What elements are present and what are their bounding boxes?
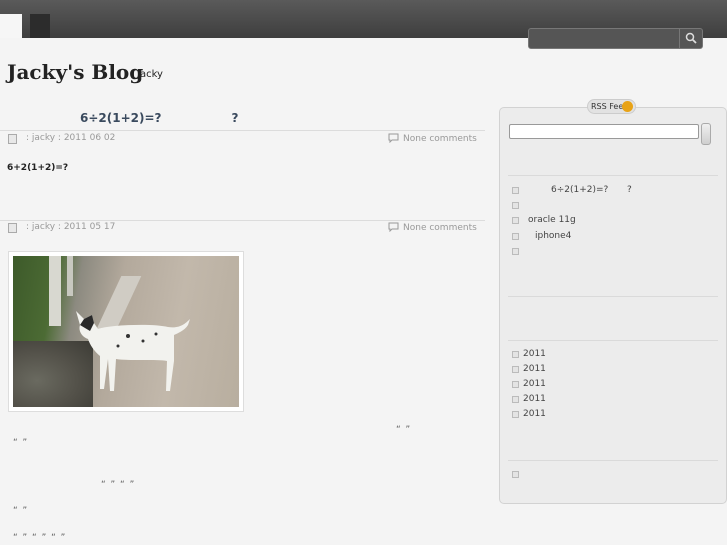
body-text: “ ” [396, 425, 412, 435]
comments-count[interactable]: None comments [403, 134, 477, 144]
post-title-text[interactable]: 6÷2(1+2)=? [80, 111, 162, 125]
dog-figure [76, 311, 190, 391]
post-title-suffix[interactable]: ? [232, 111, 239, 125]
sidebar-post-label[interactable]: oracle 11g [528, 215, 576, 225]
sidebar [499, 107, 727, 504]
bullet-icon [512, 396, 519, 403]
search-button[interactable] [679, 29, 702, 48]
body-text: “ ” [13, 506, 29, 516]
blog-title[interactable]: Jacky's Blog [7, 60, 143, 84]
divider [0, 130, 485, 131]
comments-count[interactable]: None comments [403, 223, 477, 233]
photo-pole [49, 256, 61, 326]
comment-icon [388, 222, 399, 233]
body-text: “ ” “ ” “ ” [13, 533, 67, 543]
nav-tab-home[interactable] [0, 14, 22, 38]
photo-pole [67, 256, 73, 296]
comments-link[interactable]: None comments [388, 222, 477, 233]
document-icon [8, 223, 17, 233]
post-meta: : jacky : 2011 06 02 None comments [8, 133, 483, 147]
post-image[interactable] [8, 251, 244, 412]
sidebar-post-label[interactable]: iphone4 [535, 231, 571, 241]
divider [508, 296, 718, 297]
post-meta: : jacky : 2011 05 17 None comments [8, 222, 483, 236]
body-text: “ ” “ ” [101, 480, 136, 490]
bullet-icon [512, 351, 519, 358]
divider [508, 460, 718, 461]
blog-subtitle: Jacky [137, 69, 163, 80]
divider [508, 340, 718, 341]
search-icon [685, 32, 697, 44]
body-text: “ ” [13, 438, 29, 448]
post-excerpt: 6+2(1+2)=? [7, 163, 69, 173]
post-author-date: : jacky : 2011 05 17 [26, 222, 116, 232]
rss-feed-button[interactable]: RSS Feed [587, 99, 636, 114]
rss-icon [622, 101, 633, 112]
post-title[interactable]: 6÷2(1+2)=?? [80, 111, 238, 125]
bullet-icon [512, 233, 519, 240]
archive-label[interactable]: 2011 [523, 349, 546, 359]
bullet-icon [512, 217, 519, 224]
bullet-icon [512, 248, 519, 255]
comment-icon [388, 133, 399, 144]
nav-tab[interactable] [30, 14, 50, 38]
bullet-icon [512, 411, 519, 418]
archive-label[interactable]: 2011 [523, 409, 546, 419]
sidebar-post-label[interactable]: ? [627, 185, 632, 195]
sidebar-search-button[interactable] [701, 123, 711, 145]
search-box [528, 28, 703, 49]
bullet-icon [512, 366, 519, 373]
document-icon [8, 134, 17, 144]
archive-label[interactable]: 2011 [523, 394, 546, 404]
bullet-icon [512, 471, 519, 478]
post-author-date: : jacky : 2011 06 02 [26, 133, 116, 143]
sidebar-post-label[interactable]: 6÷2(1+2)=? [551, 185, 608, 195]
dog-photo [13, 256, 239, 407]
bullet-icon [512, 202, 519, 209]
archive-label[interactable]: 2011 [523, 364, 546, 374]
bullet-icon [512, 381, 519, 388]
comments-link[interactable]: None comments [388, 133, 477, 144]
sidebar-search-input[interactable] [509, 124, 699, 139]
bullet-icon [512, 187, 519, 194]
divider [508, 175, 718, 176]
archive-label[interactable]: 2011 [523, 379, 546, 389]
search-input[interactable] [529, 29, 680, 48]
divider [0, 220, 485, 221]
